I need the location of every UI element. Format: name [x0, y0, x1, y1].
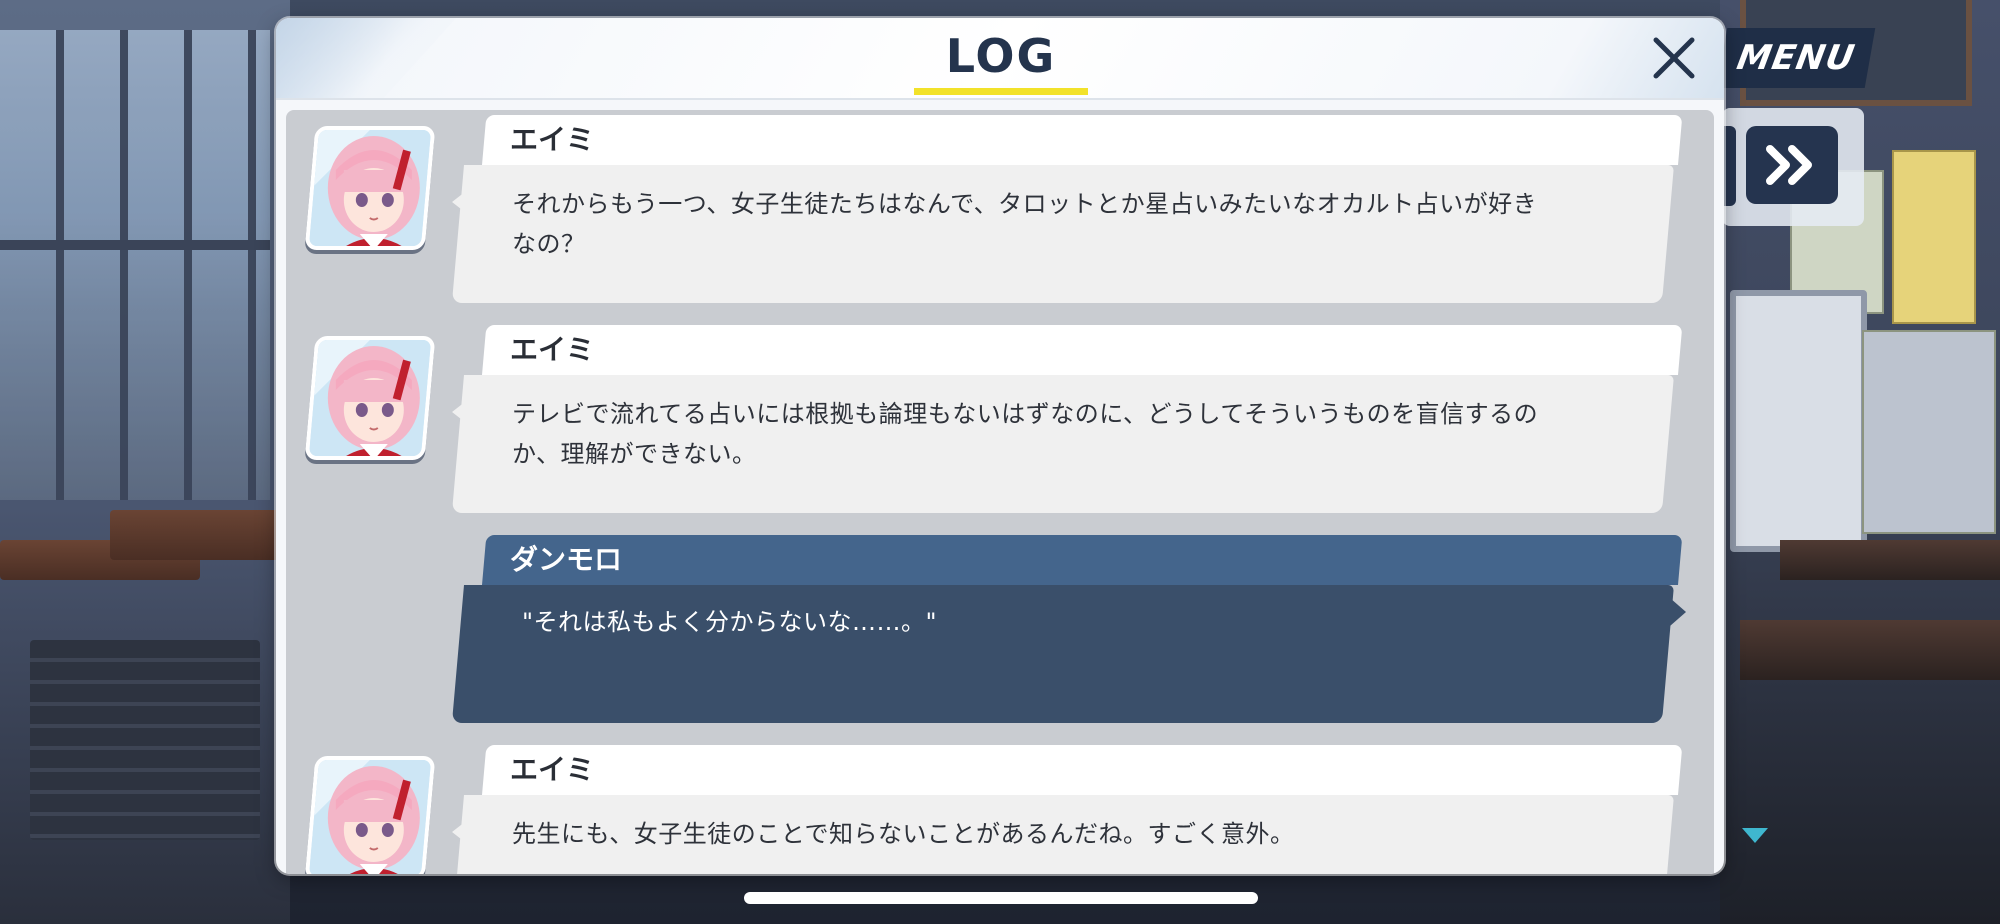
message-line: "それは私もよく分からないな……。" — [522, 608, 938, 636]
message-line: なの？ — [512, 230, 586, 258]
log-entry: エイミ テレビで流れてる占いには根拠も論理もないはずなのに、どうしてそういうもの… — [286, 320, 1714, 520]
book-stack — [30, 640, 260, 840]
menu-label: MENU — [1733, 38, 1859, 78]
portrait-icon — [309, 340, 434, 460]
classroom-desk — [1740, 620, 2000, 680]
log-window: LOG エイミ それからもう一つ、女子生徒たちはなんで、タロットとか星占いみたい… — [276, 18, 1724, 874]
speaker-name-bar — [482, 535, 1683, 585]
character-avatar — [304, 126, 436, 250]
speaker-name-bar — [482, 325, 1683, 375]
log-entry: エイミ それからもう一つ、女子生徒たちはなんで、タロットとか星占いみたいなオカル… — [286, 110, 1714, 310]
classroom-desk — [1780, 540, 2000, 580]
bulletin-board — [1730, 290, 1867, 552]
speaker-name: エイミ — [510, 333, 595, 366]
classroom-desk — [110, 510, 280, 560]
skip-button[interactable] — [1746, 126, 1838, 204]
wall-notice — [1862, 330, 1996, 534]
message-text: 先生にも、女子生徒のことで知らないことがあるんだね。すごく意外。 — [512, 814, 1552, 854]
message-line: それからもう一つ、女子生徒たちはなんで、タロットとか星占いみたいなオカルト占いが… — [512, 190, 1538, 218]
message-line: 先生にも、女子生徒のことで知らないことがあるんだね。すごく意外。 — [512, 820, 1295, 848]
message-line: か、理解ができない。 — [512, 440, 757, 468]
close-x-icon — [1653, 37, 1695, 79]
speaker-name: エイミ — [510, 753, 595, 786]
speaker-name: ダンモロ — [510, 543, 623, 576]
header-decoration — [276, 18, 456, 98]
next-indicator-icon — [1742, 828, 1768, 843]
portrait-icon — [309, 130, 434, 250]
auto-button[interactable] — [1722, 126, 1736, 206]
log-entry: エイミ 先生にも、女子生徒のことで知らないことがあるんだね。すごく意外。 — [286, 740, 1714, 874]
log-title: LOG — [945, 29, 1057, 83]
fast-forward-icon — [1766, 145, 1812, 185]
game-screen: MENU LOG エイミ それからもう一つ、女子生徒たちはなんで、タロットとか星… — [0, 0, 2000, 924]
portrait-icon — [309, 760, 434, 874]
speaker-name-bar — [482, 115, 1683, 165]
speaker-name-bar — [482, 745, 1683, 795]
title-underline — [914, 88, 1088, 95]
close-button[interactable] — [1646, 30, 1702, 86]
message-line: テレビで流れてる占いには根拠も論理もないはずなのに、どうしてそういうものを盲信す… — [512, 400, 1539, 428]
home-indicator[interactable] — [744, 892, 1258, 904]
wall-notice — [1892, 150, 1976, 324]
log-list[interactable]: エイミ それからもう一つ、女子生徒たちはなんで、タロットとか星占いみたいなオカル… — [286, 110, 1714, 874]
log-entry-player: ダンモロ "それは私もよく分からないな……。" — [286, 530, 1714, 730]
bubble-tail — [1670, 598, 1686, 626]
character-avatar — [304, 756, 436, 874]
character-avatar — [304, 336, 436, 460]
window-frame-bar — [0, 240, 270, 250]
menu-button[interactable]: MENU — [1716, 28, 1876, 88]
log-header: LOG — [276, 18, 1724, 100]
speaker-name: エイミ — [510, 123, 595, 156]
message-text: それからもう一つ、女子生徒たちはなんで、タロットとか星占いみたいなオカルト占いが… — [512, 184, 1552, 264]
message-text: テレビで流れてる占いには根拠も論理もないはずなのに、どうしてそういうものを盲信す… — [512, 394, 1552, 474]
message-text: "それは私もよく分からないな……。" — [522, 602, 1562, 642]
classroom-window — [0, 30, 270, 500]
